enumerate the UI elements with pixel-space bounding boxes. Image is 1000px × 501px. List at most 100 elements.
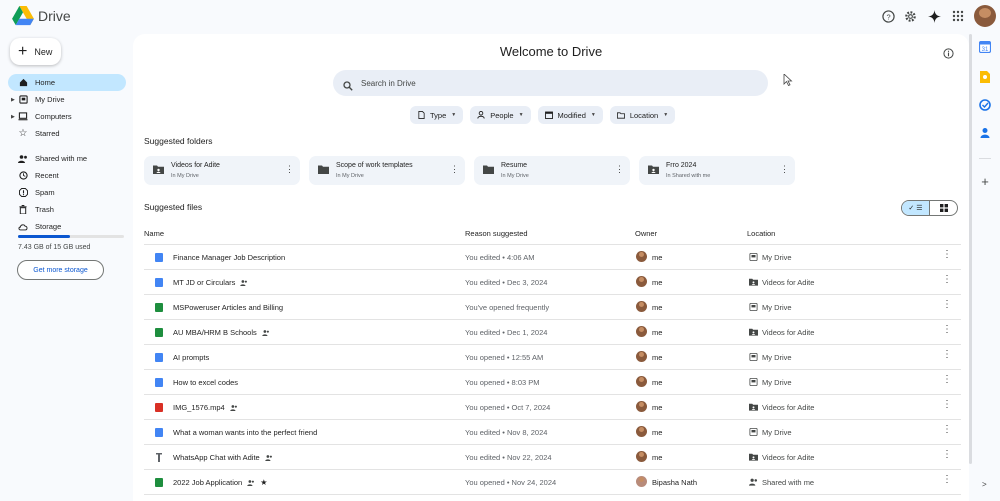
- owner-name: me: [652, 403, 663, 412]
- table-row[interactable]: IMG_1576.mp4 You opened • Oct 7, 2024 me Vi…: [144, 395, 961, 420]
- file-location[interactable]: Shared with me: [762, 478, 814, 487]
- filter-chip-type[interactable]: Type ▼: [410, 106, 464, 124]
- filter-chip-location[interactable]: Location ▼: [609, 106, 676, 124]
- folder-card[interactable]: Frro 2024 In Shared with me ⋮: [639, 156, 795, 185]
- expand-caret-icon[interactable]: ▶: [11, 97, 15, 103]
- chevron-right-icon[interactable]: >: [982, 480, 987, 489]
- add-addon-icon[interactable]: +: [978, 174, 992, 188]
- sidebar-item-starred[interactable]: ☆ Starred: [8, 125, 126, 142]
- app-name[interactable]: Drive: [38, 8, 71, 24]
- folder-card[interactable]: Scope of work templates In My Drive ⋮: [309, 156, 465, 185]
- sidebar-item-home[interactable]: Home: [8, 74, 126, 91]
- table-row[interactable]: AI prompts You opened • 12:55 AM me My Driv…: [144, 345, 961, 370]
- drive-logo-icon[interactable]: [12, 6, 34, 26]
- file-location[interactable]: Videos for Adite: [762, 403, 814, 412]
- scrollbar[interactable]: [969, 34, 972, 464]
- filter-chip-modified[interactable]: Modified ▼: [537, 106, 603, 124]
- file-name-cell[interactable]: MSPoweruser Articles and Billing: [173, 303, 283, 312]
- sidebar-item-computers[interactable]: ▶ Computers: [8, 108, 126, 125]
- file-location[interactable]: My Drive: [762, 353, 792, 362]
- file-location[interactable]: My Drive: [762, 303, 792, 312]
- table-row[interactable]: What a woman wants into the perfect frie…: [144, 420, 961, 445]
- apps-grid-icon[interactable]: [950, 8, 966, 24]
- info-icon[interactable]: [943, 46, 954, 59]
- owner-avatar: [636, 476, 647, 487]
- owner-avatar: [636, 426, 647, 437]
- column-header-name[interactable]: Name: [144, 229, 164, 238]
- docs-file-icon: [155, 353, 163, 362]
- more-options-icon[interactable]: ⋮: [942, 450, 952, 460]
- more-options-icon[interactable]: ⋮: [942, 375, 952, 385]
- reason-suggested: You've opened frequently: [465, 303, 550, 312]
- column-header-reason[interactable]: Reason suggested: [465, 229, 528, 238]
- shared-folder-icon: [749, 278, 758, 286]
- sidebar-item-shared-with-me[interactable]: Shared with me: [8, 150, 126, 167]
- help-icon[interactable]: ?: [880, 8, 896, 24]
- shared-people-icon: [18, 154, 28, 164]
- file-name-cell[interactable]: IMG_1576.mp4: [173, 403, 238, 412]
- gemini-sparkle-icon[interactable]: [926, 8, 942, 24]
- table-row[interactable]: AU MBA/HRM B Schools You edited • Dec 1, …: [144, 320, 961, 345]
- more-options-icon[interactable]: ⋮: [450, 165, 459, 174]
- more-options-icon[interactable]: ⋮: [942, 275, 952, 285]
- grid-view-button[interactable]: [930, 201, 957, 215]
- search-input[interactable]: [361, 78, 741, 88]
- grid-view-icon: [939, 204, 948, 212]
- table-row[interactable]: 2022 Job Application ★ You opened • Nov 24…: [144, 470, 961, 495]
- sidebar-item-spam[interactable]: Spam: [8, 184, 126, 201]
- file-location[interactable]: Videos for Adite: [762, 328, 814, 337]
- file-name-cell[interactable]: How to excel codes: [173, 378, 238, 387]
- get-more-storage-button[interactable]: Get more storage: [17, 260, 104, 280]
- file-location[interactable]: Videos for Adite: [762, 453, 814, 462]
- more-options-icon[interactable]: ⋮: [285, 165, 294, 174]
- table-row[interactable]: WhatsApp Chat with Adite You edited • Nov…: [144, 445, 961, 470]
- account-avatar[interactable]: [974, 5, 996, 27]
- file-name-cell[interactable]: 2022 Job Application ★: [173, 478, 267, 487]
- more-options-icon[interactable]: ⋮: [942, 350, 952, 360]
- folder-card[interactable]: Videos for Adite In My Drive ⋮: [144, 156, 300, 185]
- contacts-app-icon[interactable]: [978, 126, 992, 140]
- file-name-cell[interactable]: Finance Manager Job Description: [173, 253, 285, 262]
- more-options-icon[interactable]: ⋮: [942, 400, 952, 410]
- filter-chip-people[interactable]: People ▼: [470, 106, 531, 124]
- table-row[interactable]: MSPoweruser Articles and Billing You've o…: [144, 295, 961, 320]
- table-row[interactable]: Finance Manager Job Description You edite…: [144, 245, 961, 270]
- expand-caret-icon[interactable]: ▶: [11, 114, 15, 120]
- column-header-location[interactable]: Location: [747, 229, 775, 238]
- more-options-icon[interactable]: ⋮: [780, 165, 789, 174]
- more-options-icon[interactable]: ⋮: [942, 425, 952, 435]
- folder-card[interactable]: Resume In My Drive ⋮: [474, 156, 630, 185]
- shared-people-icon: [262, 329, 269, 336]
- owner-name: me: [652, 303, 663, 312]
- file-location[interactable]: My Drive: [762, 253, 792, 262]
- list-view-button[interactable]: ✓ ☰: [902, 201, 930, 215]
- more-options-icon[interactable]: ⋮: [615, 165, 624, 174]
- sidebar-item-storage[interactable]: Storage: [8, 218, 126, 235]
- calendar-app-icon[interactable]: 31: [978, 40, 992, 54]
- new-button[interactable]: + New: [10, 38, 61, 65]
- table-row[interactable]: How to excel codes You opened • 8:03 PM me…: [144, 370, 961, 395]
- file-location[interactable]: My Drive: [762, 428, 792, 437]
- file-name-cell[interactable]: What a woman wants into the perfect frie…: [173, 428, 317, 437]
- search-icon[interactable]: [343, 78, 353, 91]
- file-name-cell[interactable]: WhatsApp Chat with Adite: [173, 453, 273, 462]
- more-options-icon[interactable]: ⋮: [942, 250, 952, 260]
- file-location[interactable]: My Drive: [762, 378, 792, 387]
- search-bar[interactable]: [333, 70, 768, 96]
- sidebar-item-my-drive[interactable]: ▶ My Drive: [8, 91, 126, 108]
- more-options-icon[interactable]: ⋮: [942, 325, 952, 335]
- table-row[interactable]: MT JD or Circulars You edited • Dec 3, 20…: [144, 270, 961, 295]
- tasks-app-icon[interactable]: [978, 98, 992, 112]
- more-options-icon[interactable]: ⋮: [942, 300, 952, 310]
- sidebar-item-trash[interactable]: Trash: [8, 201, 126, 218]
- keep-app-icon[interactable]: [978, 70, 992, 84]
- settings-gear-icon[interactable]: [902, 8, 918, 24]
- sidebar-item-recent[interactable]: Recent: [8, 167, 126, 184]
- file-name-cell[interactable]: AU MBA/HRM B Schools: [173, 328, 270, 337]
- sidebar-item-label: Spam: [35, 188, 55, 197]
- more-options-icon[interactable]: ⋮: [942, 475, 952, 485]
- file-name-cell[interactable]: MT JD or Circulars: [173, 278, 248, 287]
- file-location[interactable]: Videos for Adite: [762, 278, 814, 287]
- file-name-cell[interactable]: AI prompts: [173, 353, 209, 362]
- column-header-owner[interactable]: Owner: [635, 229, 657, 238]
